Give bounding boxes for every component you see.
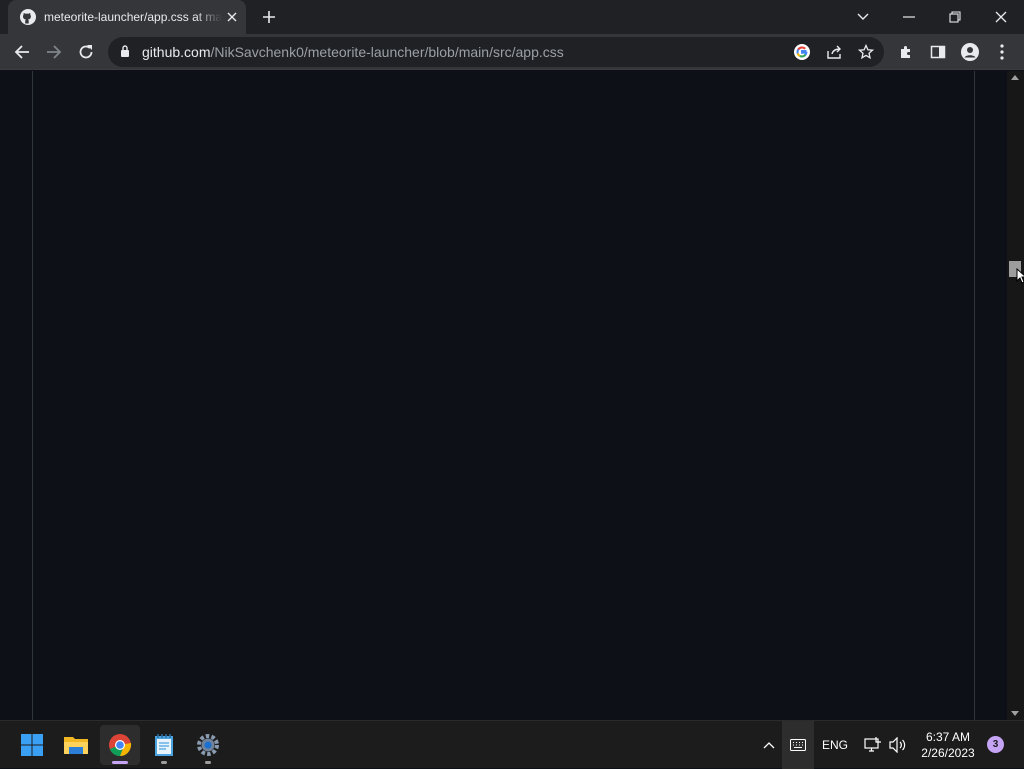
network-icon[interactable] <box>864 736 882 754</box>
tab-search-icon[interactable] <box>840 0 886 34</box>
reload-button[interactable] <box>72 38 100 66</box>
scroll-up-arrow-icon[interactable] <box>1011 75 1019 80</box>
notification-badge[interactable]: 3 <box>987 736 1004 753</box>
vertical-scrollbar[interactable] <box>1007 71 1024 720</box>
browser-tab-strip: meteorite-launcher/app.css at main · Nik… <box>0 0 1024 34</box>
lock-icon[interactable] <box>120 44 130 63</box>
restore-button[interactable] <box>932 0 978 34</box>
browser-toolbar: github.com/NikSavchenk0/meteorite-launch… <box>0 34 1024 70</box>
menu-kebab-icon[interactable] <box>988 38 1016 66</box>
start-button[interactable] <box>12 725 52 765</box>
code-blob-container <box>32 71 975 720</box>
running-app-indicator <box>161 761 167 764</box>
github-icon <box>20 9 36 25</box>
side-panel-icon[interactable] <box>924 38 952 66</box>
clock-date: 2/26/2023 <box>921 746 975 760</box>
bookmark-star-icon[interactable] <box>856 42 876 62</box>
new-tab-button[interactable] <box>258 6 280 28</box>
show-hidden-icons-chevron-icon[interactable] <box>760 737 778 753</box>
running-app-indicator <box>205 761 211 764</box>
settings-gear-icon[interactable] <box>188 725 228 765</box>
forward-button[interactable] <box>40 38 68 66</box>
url-path: /NikSavchenk0/meteorite-launcher/blob/ma… <box>210 44 564 60</box>
tab-title: meteorite-launcher/app.css at main · Nik… <box>44 10 222 24</box>
browser-tab[interactable]: meteorite-launcher/app.css at main · Nik… <box>8 0 246 34</box>
touch-keyboard-button[interactable] <box>782 721 814 769</box>
minimize-button[interactable] <box>886 0 932 34</box>
address-bar[interactable]: github.com/NikSavchenk0/meteorite-launch… <box>108 37 884 67</box>
profile-avatar-icon[interactable] <box>956 38 984 66</box>
mouse-cursor-icon <box>1016 267 1024 289</box>
notepad-icon[interactable] <box>144 725 184 765</box>
chrome-taskbar-icon[interactable] <box>100 725 140 765</box>
input-language-indicator[interactable]: ENG <box>822 738 848 752</box>
extensions-icon[interactable] <box>892 38 920 66</box>
system-clock[interactable]: 6:37 AM 2/26/2023 <box>916 729 980 761</box>
windows-taskbar: ENG 6:37 AM 2/26/2023 <box>0 720 1024 769</box>
share-icon[interactable] <box>824 42 844 62</box>
close-tab-icon[interactable] <box>224 9 240 25</box>
active-app-indicator <box>112 761 128 764</box>
close-window-button[interactable] <box>978 0 1024 34</box>
volume-icon[interactable] <box>888 736 908 754</box>
web-page-content <box>0 71 1007 720</box>
url-host: github.com <box>142 44 211 60</box>
clock-time: 6:37 AM <box>925 730 971 744</box>
keyboard-icon <box>790 738 806 752</box>
back-button[interactable] <box>8 38 36 66</box>
google-lens-icon[interactable] <box>792 42 812 62</box>
url-text[interactable]: github.com/NikSavchenk0/meteorite-launch… <box>142 44 564 60</box>
file-explorer-icon[interactable] <box>56 725 96 765</box>
scroll-down-arrow-icon[interactable] <box>1011 711 1019 716</box>
